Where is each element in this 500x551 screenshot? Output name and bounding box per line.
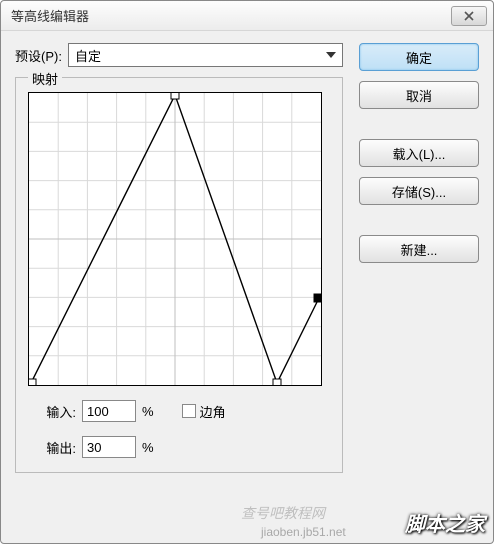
output-row: 输出: % xyxy=(28,436,330,458)
contour-editor-dialog: 等高线编辑器 预设(P): 自定 映射 xyxy=(0,0,494,544)
curve-point-2 xyxy=(273,379,281,385)
watermark-text: 脚本之家 xyxy=(405,508,485,537)
graph-svg xyxy=(29,93,321,385)
dialog-title: 等高线编辑器 xyxy=(11,6,451,25)
ok-button[interactable]: 确定 xyxy=(359,43,479,71)
dialog-content: 预设(P): 自定 映射 xyxy=(1,31,493,485)
load-button[interactable]: 载入(L)... xyxy=(359,139,479,167)
curve-point-0 xyxy=(29,379,36,385)
titlebar: 等高线编辑器 xyxy=(1,1,493,31)
curve-point-3-selected xyxy=(314,294,321,302)
curve-point-1 xyxy=(171,93,179,99)
left-column: 预设(P): 自定 映射 xyxy=(15,43,343,473)
output-unit: % xyxy=(142,440,154,455)
contour-graph[interactable] xyxy=(28,92,322,386)
button-column: 确定 取消 载入(L)... 存储(S)... 新建... xyxy=(359,43,479,473)
corner-checkbox-wrap[interactable]: 边角 xyxy=(182,402,226,421)
preset-row: 预设(P): 自定 xyxy=(15,43,343,67)
input-unit: % xyxy=(142,404,154,419)
preset-value: 自定 xyxy=(75,46,326,65)
input-row: 输入: % 边角 xyxy=(28,400,330,422)
close-icon xyxy=(464,11,474,21)
output-label: 输出: xyxy=(28,438,76,457)
mapping-fieldset: 映射 xyxy=(15,77,343,473)
corner-checkbox[interactable] xyxy=(182,404,196,418)
input-field[interactable] xyxy=(82,400,136,422)
close-button[interactable] xyxy=(451,6,487,26)
output-field[interactable] xyxy=(82,436,136,458)
preset-label: 预设(P): xyxy=(15,46,62,65)
new-button[interactable]: 新建... xyxy=(359,235,479,263)
save-button[interactable]: 存储(S)... xyxy=(359,177,479,205)
watermark-text-2: jiaoben.jb51.net xyxy=(261,525,346,539)
corner-label: 边角 xyxy=(200,402,226,421)
input-label: 输入: xyxy=(28,402,76,421)
preset-select[interactable]: 自定 xyxy=(68,43,343,67)
watermark-text-3: 查号吧教程网 xyxy=(241,503,325,523)
cancel-button[interactable]: 取消 xyxy=(359,81,479,109)
fieldset-legend: 映射 xyxy=(28,69,62,88)
chevron-down-icon xyxy=(326,52,336,58)
